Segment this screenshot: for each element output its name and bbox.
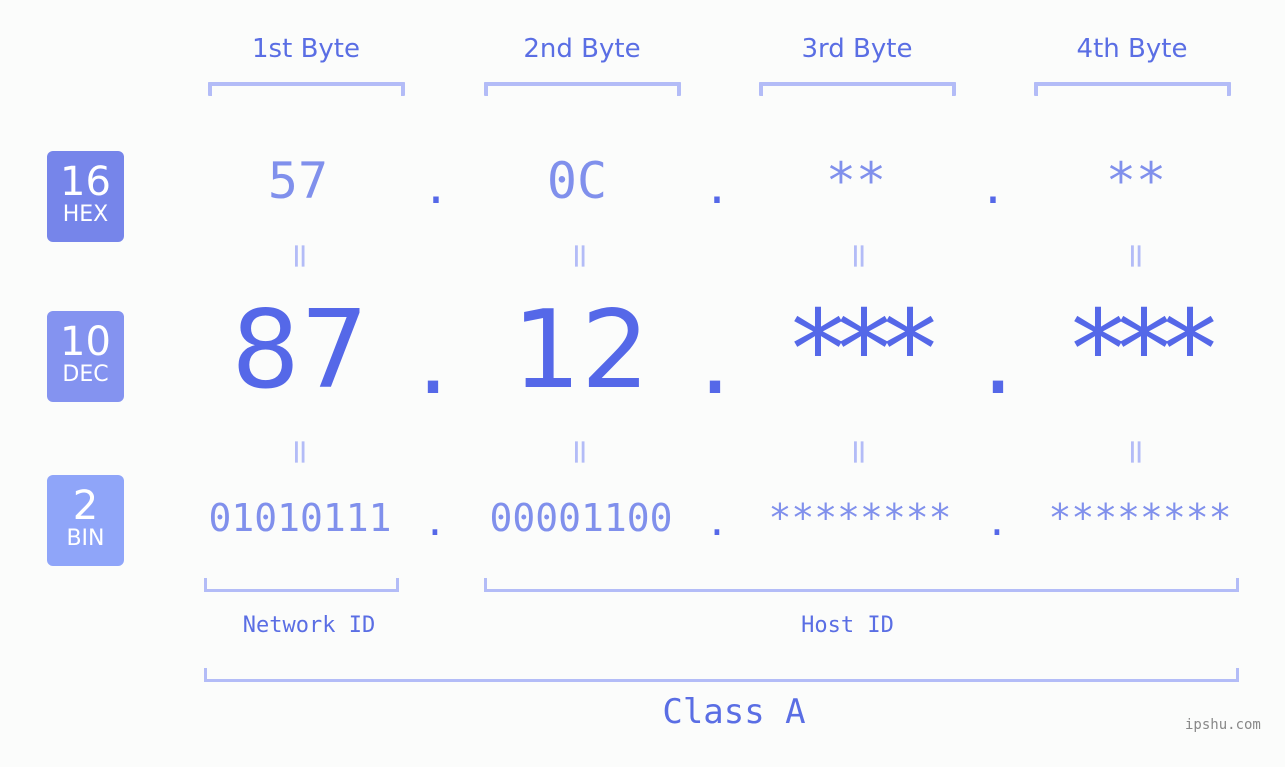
byte-header-2: 2nd Byte — [523, 34, 641, 64]
equals-hex-dec-4: = — [1116, 241, 1156, 271]
bin-byte-4: ******** — [1048, 496, 1232, 540]
hex-byte-1: 57 — [267, 152, 329, 210]
equals-dec-bin-3: = — [839, 437, 879, 467]
bin-separator-3: . — [985, 500, 1009, 544]
equals-hex-dec-3: = — [839, 241, 879, 271]
byte-header-4: 4th Byte — [1076, 34, 1188, 64]
dec-badge-label: DEC — [62, 362, 109, 387]
bin-byte-2: 00001100 — [489, 496, 673, 540]
dec-byte-4: *** — [1071, 288, 1217, 413]
hex-badge-label: HEX — [62, 202, 109, 227]
byte-bracket-1 — [208, 82, 405, 96]
dec-badge-number: 10 — [60, 319, 111, 365]
bin-badge-number: 2 — [72, 483, 99, 529]
hex-byte-4: ** — [1105, 152, 1167, 210]
network-id-label: Network ID — [242, 613, 376, 638]
class-label: Class A — [662, 692, 806, 732]
dec-badge: 10 DEC — [47, 311, 124, 402]
equals-dec-bin-2: = — [560, 437, 600, 467]
byte-header-1: 1st Byte — [252, 34, 360, 64]
hex-badge: 16 HEX — [47, 151, 124, 242]
equals-dec-bin-1: = — [280, 437, 320, 467]
dec-separator-3: . — [982, 300, 1014, 417]
hex-separator-1: . — [422, 163, 450, 214]
dec-byte-2: 12 — [512, 288, 650, 413]
network-id-bracket — [204, 578, 399, 592]
watermark: ipshu.com — [1185, 717, 1261, 733]
host-id-bracket — [484, 578, 1239, 592]
equals-hex-dec-1: = — [280, 241, 320, 271]
hex-separator-2: . — [703, 163, 731, 214]
byte-bracket-2 — [484, 82, 681, 96]
class-bracket — [204, 668, 1239, 682]
dec-separator-1: . — [417, 300, 449, 417]
dec-separator-2: . — [699, 300, 731, 417]
bin-byte-3: ******** — [768, 496, 952, 540]
dec-byte-1: 87 — [231, 288, 369, 413]
dec-byte-3: *** — [791, 288, 937, 413]
equals-hex-dec-2: = — [560, 241, 600, 271]
bin-badge: 2 BIN — [47, 475, 124, 566]
byte-bracket-4 — [1034, 82, 1231, 96]
hex-byte-2: 0C — [546, 152, 608, 210]
hex-byte-3: ** — [825, 152, 887, 210]
byte-bracket-3 — [759, 82, 956, 96]
bin-separator-2: . — [705, 500, 729, 544]
host-id-label: Host ID — [801, 613, 894, 638]
equals-dec-bin-4: = — [1116, 437, 1156, 467]
hex-badge-number: 16 — [60, 159, 111, 205]
hex-separator-3: . — [979, 163, 1007, 214]
bin-badge-label: BIN — [66, 526, 105, 551]
byte-header-3: 3rd Byte — [801, 34, 913, 64]
bin-separator-1: . — [423, 500, 447, 544]
bin-byte-1: 01010111 — [208, 496, 392, 540]
